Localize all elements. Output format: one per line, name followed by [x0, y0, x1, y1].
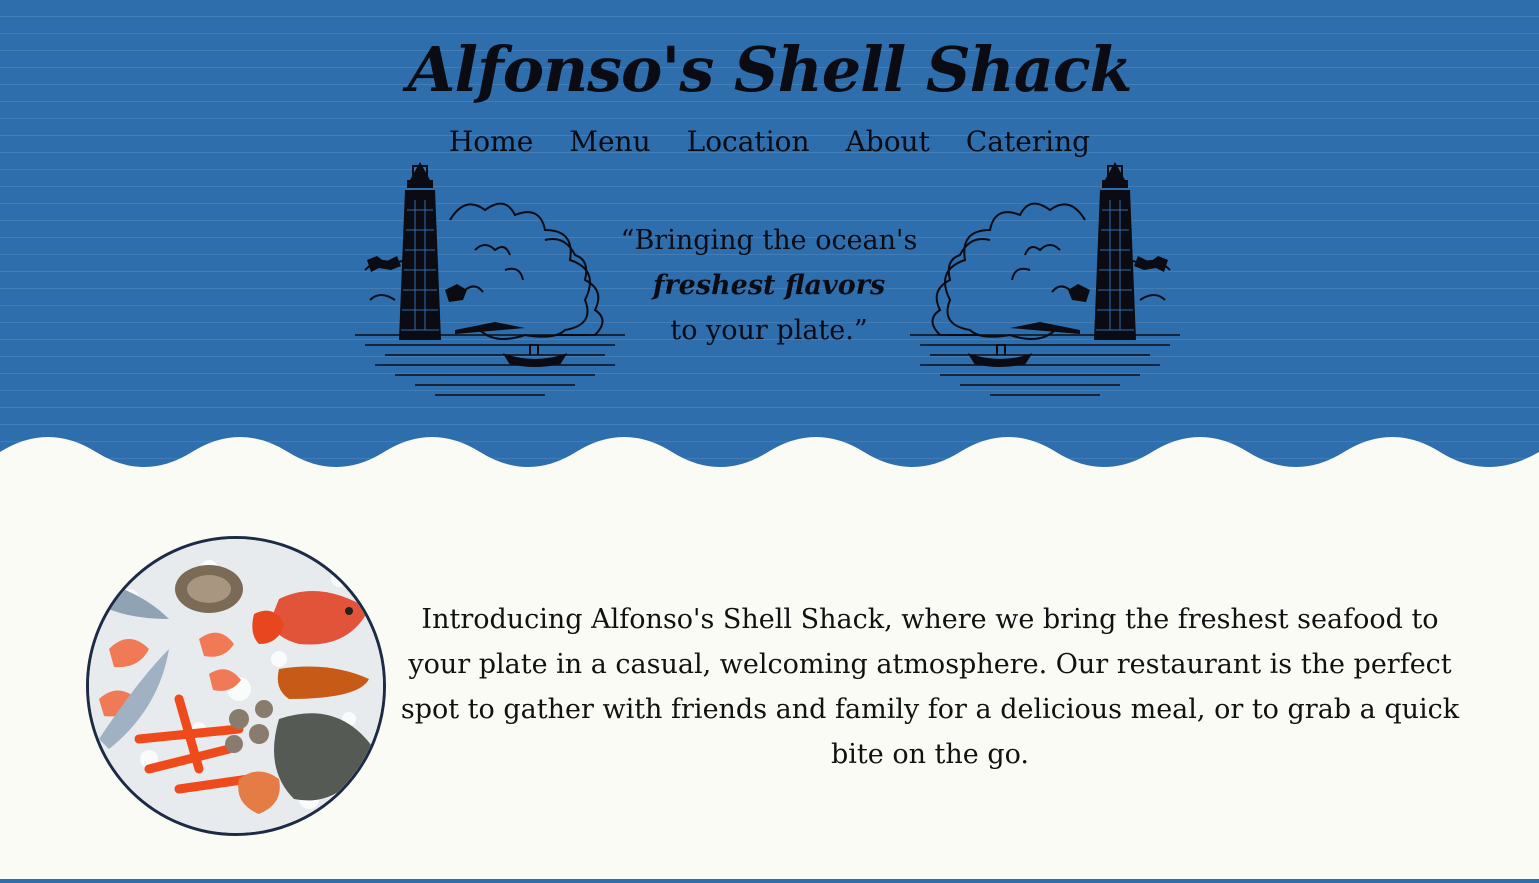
intro-paragraph: Introducing Alfonso's Shell Shack, where…	[400, 604, 1460, 770]
site-header: Alfonso's Shell Shack Home Menu Location…	[0, 0, 1539, 470]
nav-catering[interactable]: Catering	[966, 122, 1090, 162]
tagline: “Bringing the ocean's freshest flavors t…	[610, 218, 928, 353]
tagline-line-1: “Bringing the ocean's	[620, 225, 918, 256]
main-nav: Home Menu Location About Catering	[0, 122, 1539, 162]
seafood-platter-image	[86, 536, 386, 836]
site-title[interactable]: Alfonso's Shell Shack	[0, 30, 1539, 110]
tagline-line-2: freshest flavors	[652, 270, 886, 301]
nav-home[interactable]: Home	[449, 122, 533, 162]
nav-about[interactable]: About	[846, 122, 930, 162]
seafood-platter-icon	[89, 539, 383, 833]
nav-location[interactable]: Location	[687, 122, 810, 162]
wave-divider	[0, 437, 1539, 480]
lighthouse-icon	[910, 162, 1180, 396]
section-divider	[0, 879, 1539, 883]
tagline-line-3: to your plate.”	[670, 315, 868, 346]
nav-menu[interactable]: Menu	[569, 122, 650, 162]
lighthouse-icon	[355, 162, 625, 396]
